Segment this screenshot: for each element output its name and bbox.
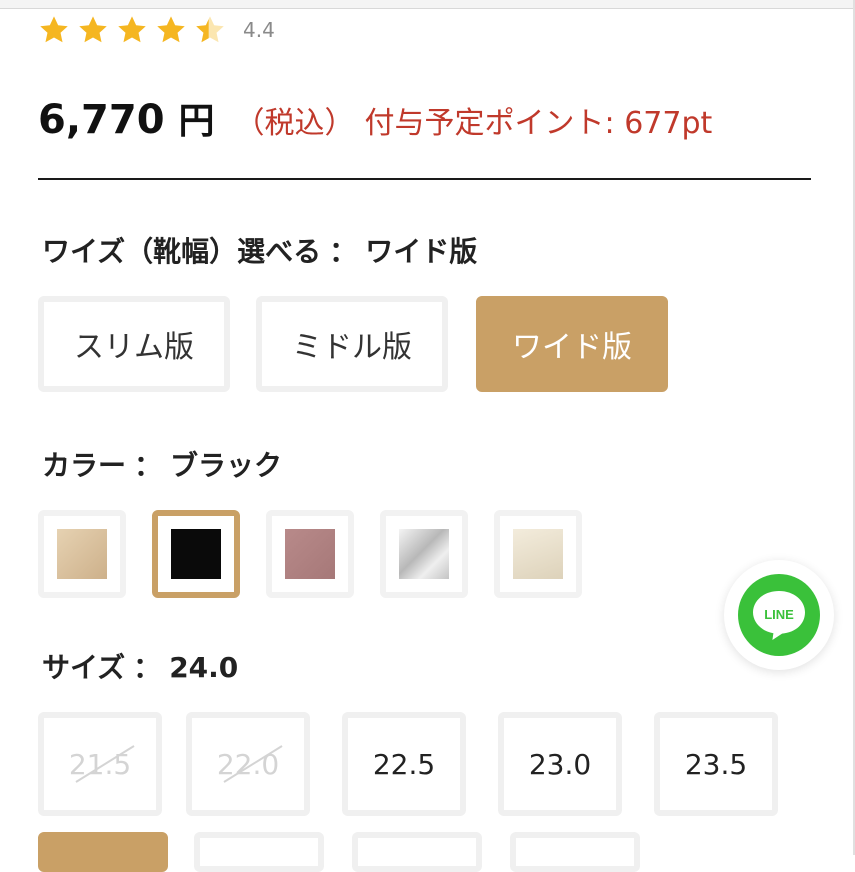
width-option-middle-label: ミドル版	[292, 330, 412, 365]
price-currency: 円	[178, 101, 215, 142]
color-option-selected: ブラック	[170, 449, 283, 482]
size-23-0-label: 23.0	[528, 747, 592, 781]
beige-swatch-chip	[57, 529, 107, 579]
ivory-swatch-chip	[513, 529, 563, 579]
rating: 4.4	[38, 14, 275, 46]
color-option-title: カラー	[42, 449, 127, 482]
size-23-5-button[interactable]: 23.5	[654, 712, 778, 816]
tax-label: （税込）	[234, 106, 355, 141]
silver-swatch-chip	[399, 529, 449, 579]
beige-swatch[interactable]	[38, 510, 126, 598]
black-swatch-chip	[171, 529, 221, 579]
sold-out-strike-icon	[75, 745, 135, 783]
size-option-label: サイズ： 24.0	[42, 646, 238, 686]
price-row: 6,770 円 （税込） 付与予定ポイント: 677pt	[38, 92, 712, 144]
size-option-title: サイズ	[42, 651, 126, 684]
star-icon	[157, 16, 185, 43]
width-option-middle-button[interactable]: ミドル版	[256, 296, 448, 392]
rating-value: 4.4	[243, 18, 275, 42]
mauve-swatch[interactable]	[266, 510, 354, 598]
line-logo-icon: LINE	[738, 574, 820, 656]
width-option-wide-label: ワイド版	[512, 330, 632, 365]
mauve-swatch-chip	[285, 529, 335, 579]
star-icon	[40, 16, 68, 43]
size-22-0-button[interactable]: 22.0	[186, 712, 310, 816]
size-next-button[interactable]	[510, 832, 640, 872]
points-label: 付与予定ポイント: 677pt	[364, 106, 713, 141]
line-logo-text: LINE	[764, 607, 794, 622]
size-23-0-button[interactable]: 23.0	[498, 712, 622, 816]
width-option-title: ワイズ（靴幅）選べる	[42, 235, 322, 268]
ivory-swatch[interactable]	[494, 510, 582, 598]
size-23-5-label: 23.5	[684, 747, 748, 781]
top-border	[0, 0, 855, 9]
size-21-5-button[interactable]: 21.5	[38, 712, 162, 816]
half-star-icon	[196, 16, 224, 43]
divider	[38, 178, 811, 180]
size-option-selected: 24.0	[169, 651, 239, 684]
width-option-label: ワイズ（靴幅）選べる：ワイド版	[42, 230, 477, 270]
width-option-slim-label: スリム版	[74, 330, 194, 365]
size-22-5-button[interactable]: 22.5	[342, 712, 466, 816]
color-option-label: カラー：ブラック	[42, 444, 282, 484]
silver-swatch[interactable]	[380, 510, 468, 598]
black-swatch[interactable]	[152, 510, 240, 598]
size-22-5-label: 22.5	[372, 747, 436, 781]
width-option-wide-button[interactable]: ワイド版	[476, 296, 668, 392]
size-24-0-button[interactable]	[38, 832, 168, 872]
size-option-separator: ：	[133, 651, 162, 684]
sold-out-strike-icon	[223, 745, 283, 783]
width-option-selected: ワイド版	[365, 235, 478, 268]
width-option-slim-button[interactable]: スリム版	[38, 296, 230, 392]
size-next-button[interactable]	[194, 832, 324, 872]
star-icon	[79, 16, 107, 43]
line-share-button[interactable]: LINE	[724, 560, 834, 670]
width-option-separator: ：	[329, 235, 358, 268]
color-option-separator: ：	[134, 449, 163, 482]
size-next-button[interactable]	[352, 832, 482, 872]
price-amount: 6,770	[38, 97, 165, 143]
star-icon	[118, 16, 146, 43]
